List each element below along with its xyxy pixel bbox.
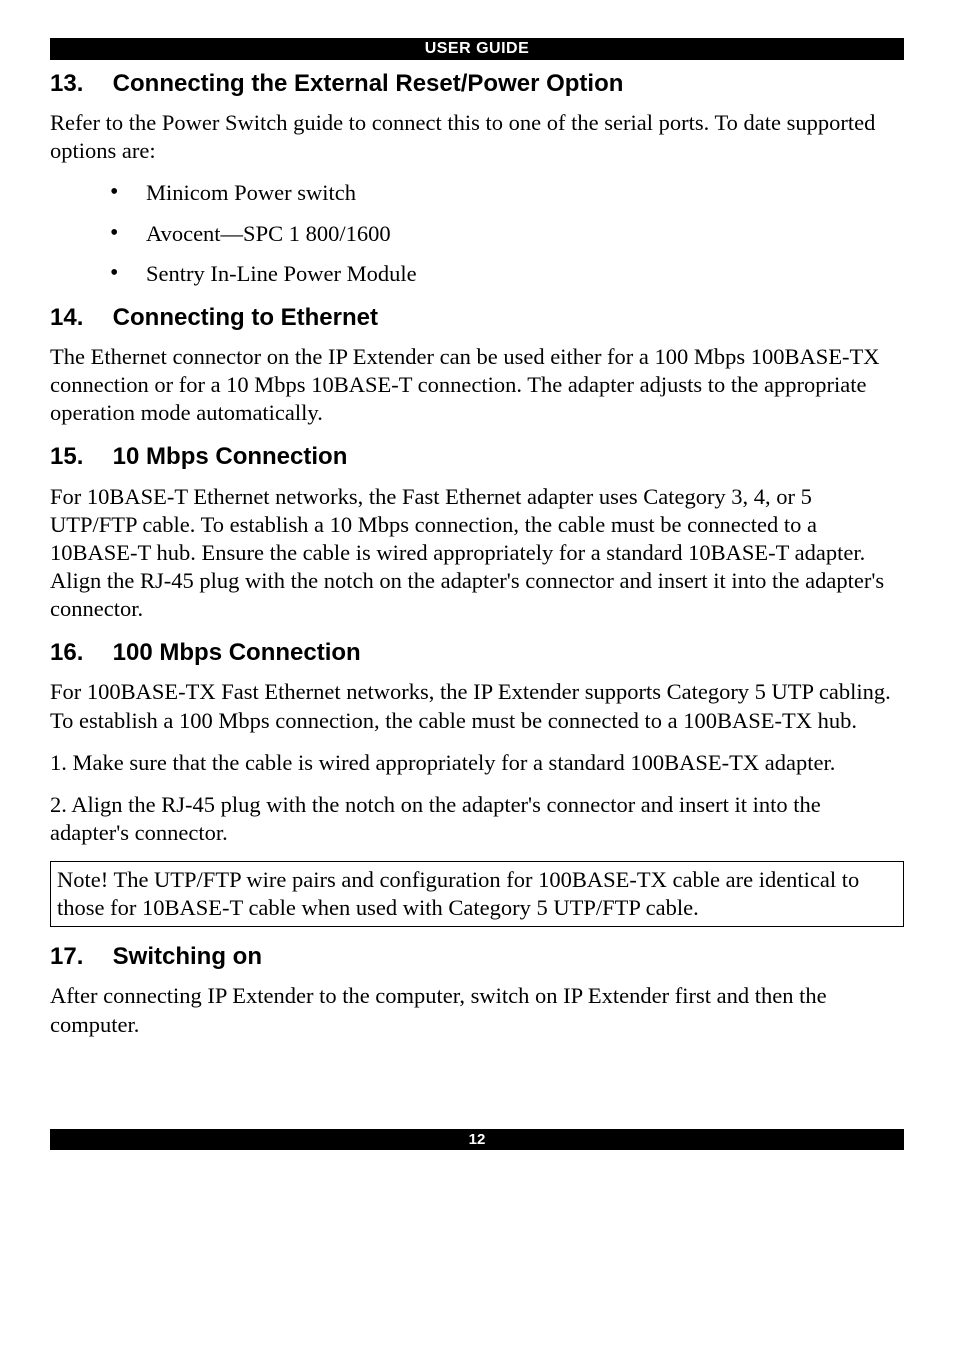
section-number-14: 14. <box>50 302 106 333</box>
section-14-body: The Ethernet connector on the IP Extende… <box>50 343 904 427</box>
section-heading-15: 15. 10 Mbps Connection <box>50 441 904 472</box>
section-number-16: 16. <box>50 637 106 668</box>
header-title: USER GUIDE <box>425 40 530 57</box>
section-16-step2: 2. Align the RJ-45 plug with the notch o… <box>50 791 904 847</box>
section-heading-17: 17. Switching on <box>50 941 904 972</box>
list-item: Avocent—SPC 1 800/1600 <box>110 220 904 248</box>
footer-bar: 12 <box>50 1129 904 1150</box>
section-heading-16: 16. 100 Mbps Connection <box>50 637 904 668</box>
section-13-intro: Refer to the Power Switch guide to conne… <box>50 109 904 165</box>
section-heading-14: 14. Connecting to Ethernet <box>50 302 904 333</box>
section-15-body: For 10BASE-T Ethernet networks, the Fast… <box>50 483 904 624</box>
section-number-13: 13. <box>50 68 106 99</box>
section-title-17: Switching on <box>113 943 262 970</box>
section-13-bullet-list: Minicom Power switch Avocent—SPC 1 800/1… <box>50 179 904 287</box>
section-heading-13: 13. Connecting the External Reset/Power … <box>50 68 904 99</box>
section-number-15: 15. <box>50 441 106 472</box>
section-16-step1: 1. Make sure that the cable is wired app… <box>50 749 904 777</box>
list-item: Sentry In-Line Power Module <box>110 260 904 288</box>
section-title-16: 100 Mbps Connection <box>113 639 361 666</box>
section-title-13: Connecting the External Reset/Power Opti… <box>113 70 624 97</box>
note-text: Note! The UTP/FTP wire pairs and configu… <box>57 867 859 920</box>
section-number-17: 17. <box>50 941 106 972</box>
section-16-body: For 100BASE-TX Fast Ethernet networks, t… <box>50 678 904 734</box>
list-item: Minicom Power switch <box>110 179 904 207</box>
section-title-14: Connecting to Ethernet <box>113 304 378 331</box>
section-title-15: 10 Mbps Connection <box>113 443 348 470</box>
section-17-body: After connecting IP Extender to the comp… <box>50 982 904 1038</box>
note-box: Note! The UTP/FTP wire pairs and configu… <box>50 861 904 927</box>
header-bar: USER GUIDE <box>50 38 904 60</box>
page-number: 12 <box>469 1131 486 1148</box>
